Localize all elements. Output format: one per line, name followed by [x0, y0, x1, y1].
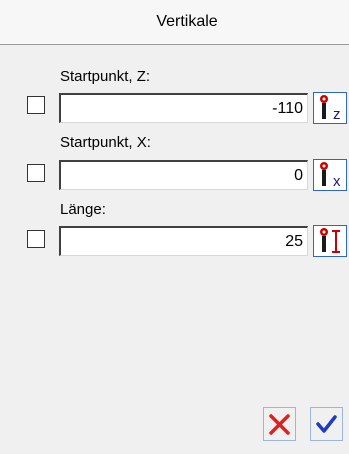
svg-text:z: z	[333, 106, 341, 123]
ok-button[interactable]	[310, 407, 343, 441]
startpunkt-z-checkbox[interactable]	[27, 96, 45, 114]
dialog-title: Vertikale	[156, 13, 218, 30]
pick-z-icon: z	[320, 95, 341, 123]
pick-length-button[interactable]	[313, 225, 347, 257]
pick-z-button[interactable]: z	[313, 92, 347, 124]
svg-text:x: x	[333, 173, 341, 190]
pick-x-icon: x	[320, 162, 341, 190]
pick-length-icon	[320, 228, 340, 253]
startpunkt-x-label: Startpunkt, X:	[60, 134, 151, 151]
laenge-checkbox[interactable]	[27, 230, 45, 248]
vertikale-dialog: Vertikale Startpunkt, Z: -110 z Startpun…	[0, 0, 349, 454]
startpunkt-z-input[interactable]: -110	[59, 93, 308, 123]
laenge-input[interactable]: 25	[59, 226, 308, 256]
pick-x-button[interactable]: x	[313, 159, 347, 191]
laenge-label: Länge:	[60, 201, 106, 218]
startpunkt-x-checkbox[interactable]	[27, 164, 45, 182]
startpunkt-z-label: Startpunkt, Z:	[60, 68, 151, 85]
cancel-button[interactable]	[263, 407, 296, 441]
header-bar: Vertikale	[0, 0, 349, 45]
startpunkt-x-input[interactable]: 0	[59, 160, 308, 190]
blue-checkmark-icon	[316, 415, 337, 433]
red-x-icon	[269, 414, 290, 435]
